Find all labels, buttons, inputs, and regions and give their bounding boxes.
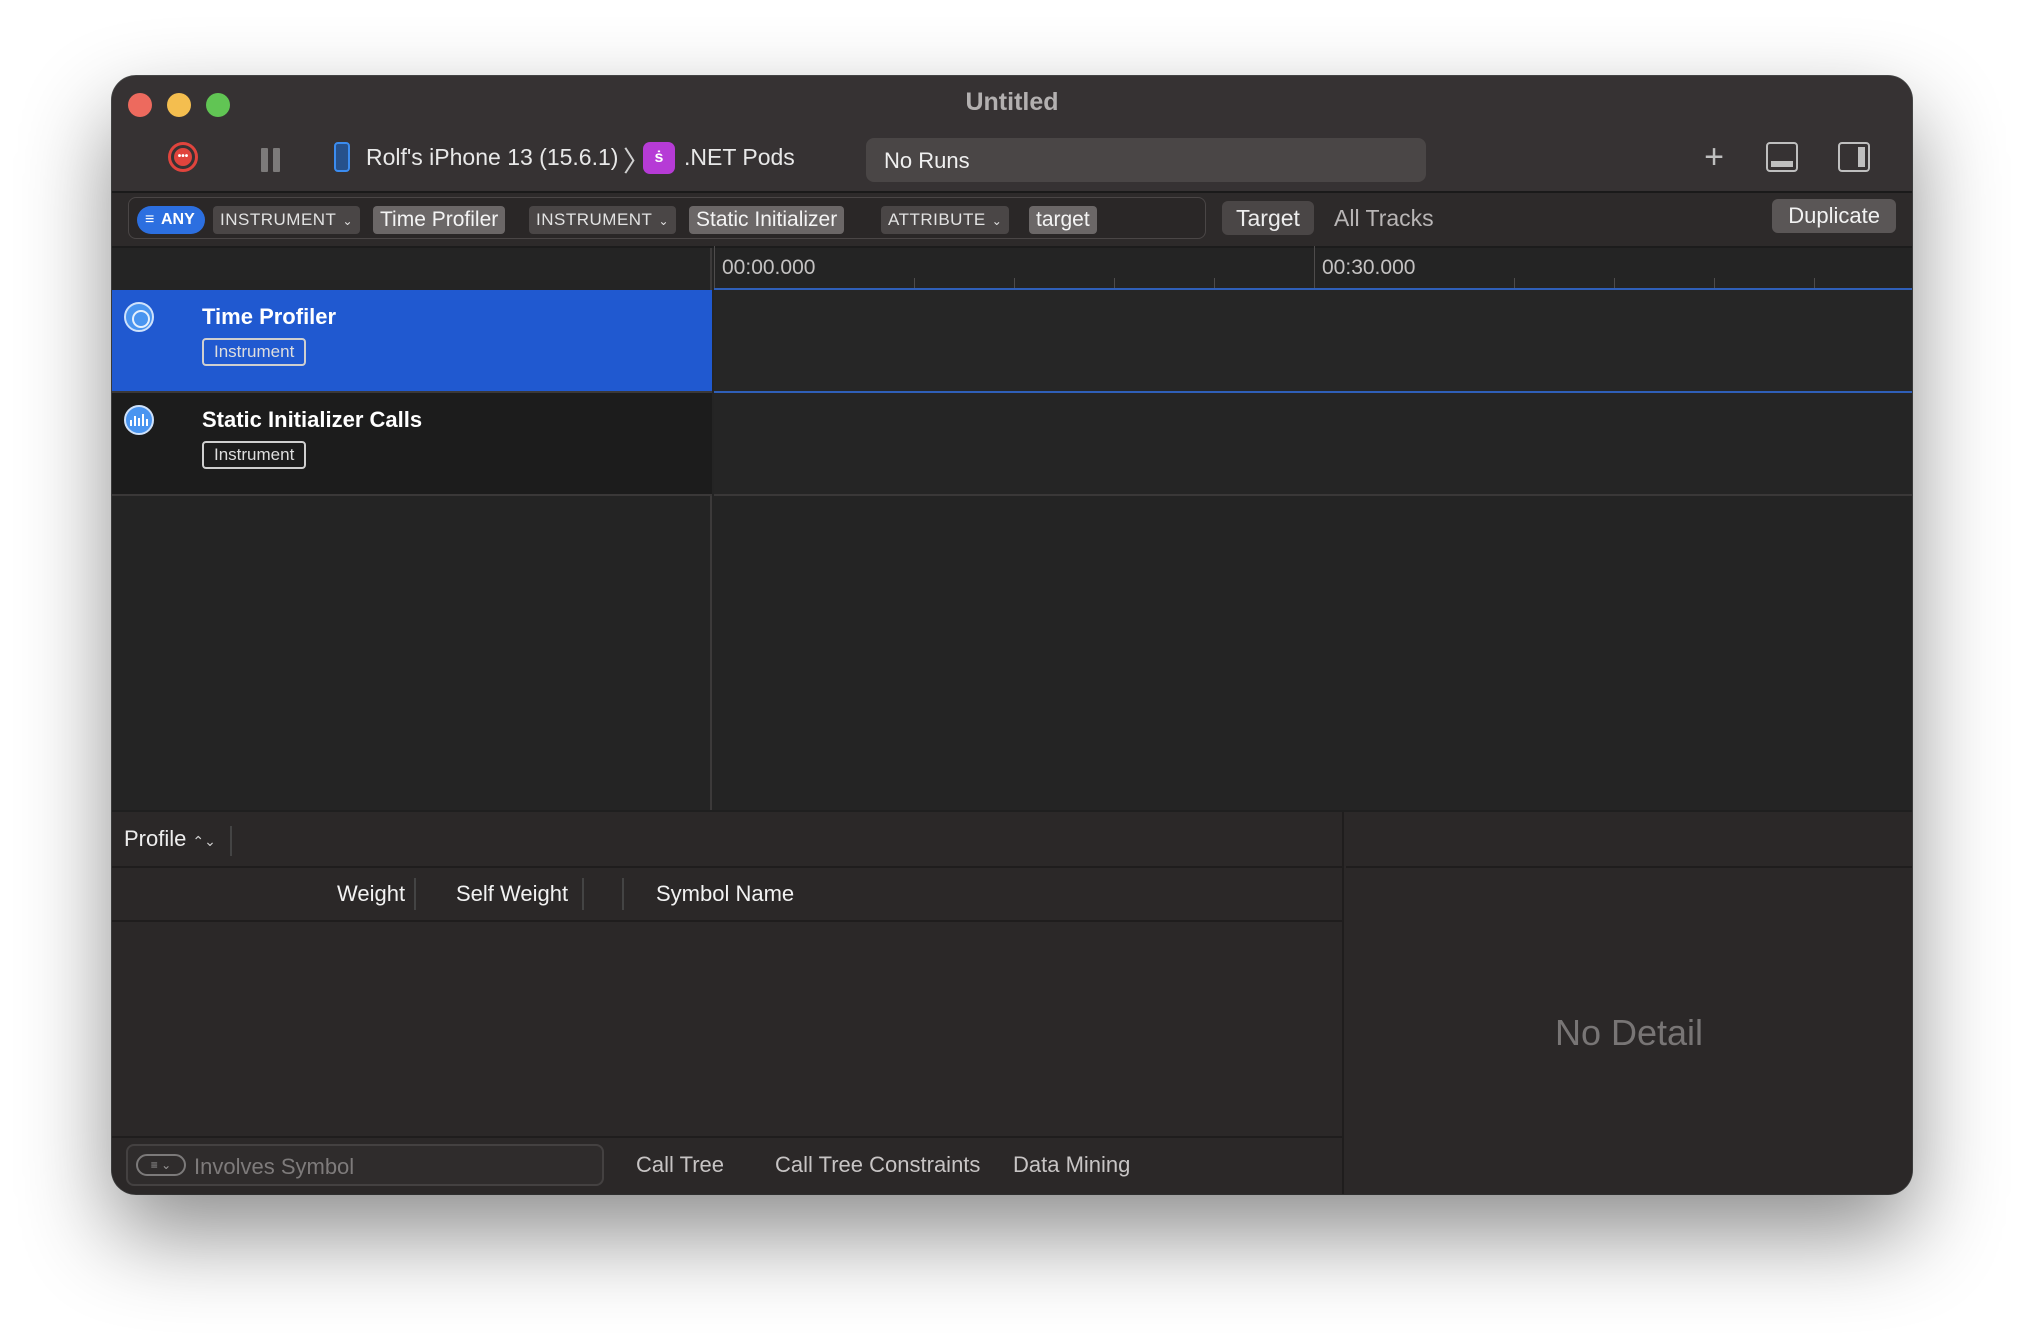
no-detail-label: No Detail bbox=[1554, 1012, 1704, 1053]
duplicate-button[interactable]: Duplicate bbox=[1772, 199, 1896, 233]
window-title: Untitled bbox=[965, 88, 1059, 116]
timeline-label: 00:00.000 bbox=[722, 256, 816, 279]
app-icon[interactable]: ṡ bbox=[643, 142, 675, 174]
time-profiler-icon bbox=[124, 302, 154, 332]
track-area: Time Profiler Instrument Static Initiali… bbox=[112, 246, 1912, 810]
extended-detail-pane: No Detail bbox=[1346, 812, 1912, 1194]
record-icon: ••• bbox=[174, 148, 192, 166]
filter-icon[interactable]: ≡ ⌄ bbox=[136, 1154, 186, 1176]
call-tree-column-header: Weight Self Weight Symbol Name bbox=[112, 868, 1342, 922]
detail-area: Profile ⌃⌄ Weight Self Weight Symbol Name… bbox=[112, 810, 1912, 1194]
track-title: Time Profiler bbox=[202, 304, 337, 329]
scope-all-tracks-button[interactable]: All Tracks bbox=[1320, 201, 1448, 235]
tab-data-mining[interactable]: Data Mining bbox=[1013, 1152, 1130, 1178]
filter-value-time-profiler[interactable]: Time Profiler bbox=[373, 206, 506, 234]
add-instrument-button[interactable]: + bbox=[1698, 140, 1730, 174]
profile-selector[interactable]: Profile ⌃⌄ bbox=[124, 826, 232, 856]
track-filter-field[interactable]: ANY INSTRUMENT⌄ Time Profiler INSTRUMENT… bbox=[128, 197, 1206, 239]
timeline-label: 00:30.000 bbox=[1322, 256, 1416, 279]
filter-key-attribute[interactable]: ATTRIBUTE ⌄ bbox=[881, 206, 1010, 234]
static-initializer-icon bbox=[124, 405, 154, 435]
scope-target-button[interactable]: Target bbox=[1222, 201, 1314, 235]
track-time-profiler[interactable]: Time Profiler Instrument bbox=[112, 290, 712, 393]
tab-call-tree[interactable]: Call Tree bbox=[636, 1152, 724, 1178]
instruments-window: Untitled ••• Rolf's iPhone 13 (15.6.1) 〉… bbox=[112, 76, 1912, 1194]
track-title: Static Initializer Calls bbox=[202, 407, 423, 432]
track-type-badge: Instrument bbox=[202, 338, 307, 366]
device-selector[interactable]: Rolf's iPhone 13 (15.6.1) bbox=[366, 144, 618, 171]
chevron-down-icon: ⌄ bbox=[658, 214, 670, 228]
updown-chevron-icon: ⌃⌄ bbox=[192, 833, 216, 849]
track-graph-static-initializer[interactable] bbox=[714, 393, 1912, 496]
iphone-icon[interactable] bbox=[334, 142, 350, 172]
column-weight[interactable]: Weight bbox=[337, 881, 405, 907]
involves-symbol-search[interactable]: ≡ ⌄ Involves Symbol bbox=[126, 1144, 604, 1186]
pause-button[interactable] bbox=[261, 148, 281, 172]
any-filter-chip[interactable]: ANY bbox=[137, 206, 205, 234]
filter-key-instrument-1[interactable]: INSTRUMENT ⌄ bbox=[213, 206, 361, 234]
pause-icon bbox=[261, 148, 268, 172]
toggle-inspector-panel-icon[interactable] bbox=[1838, 142, 1870, 172]
call-tree-pane: Profile ⌃⌄ Weight Self Weight Symbol Name… bbox=[112, 812, 1344, 1194]
timeline-ruler[interactable]: 00:00.000 00:30.000 bbox=[714, 246, 1912, 290]
column-symbol-name[interactable]: Symbol Name bbox=[656, 881, 794, 907]
track-static-initializer-calls[interactable]: Static Initializer Calls Instrument bbox=[112, 393, 712, 496]
detail-bottom-bar: ≡ ⌄ Involves Symbol Call Tree Call Tree … bbox=[112, 1136, 1342, 1194]
tab-call-tree-constraints[interactable]: Call Tree Constraints bbox=[775, 1152, 980, 1178]
track-filter-bar: ANY INSTRUMENT⌄ Time Profiler INSTRUMENT… bbox=[112, 193, 1912, 248]
filter-value-static-initializer[interactable]: Static Initializer bbox=[689, 206, 845, 234]
detail-jump-bar: Profile ⌃⌄ bbox=[112, 812, 1342, 868]
track-list: Time Profiler Instrument Static Initiali… bbox=[112, 248, 712, 810]
toggle-detail-panel-icon[interactable] bbox=[1766, 142, 1798, 172]
column-self-weight[interactable]: Self Weight bbox=[456, 881, 568, 907]
chevron-down-icon: ⌄ bbox=[342, 214, 354, 228]
search-placeholder: Involves Symbol bbox=[194, 1154, 355, 1179]
target-app-selector[interactable]: .NET Pods bbox=[684, 144, 795, 171]
run-status-field[interactable]: No Runs bbox=[866, 138, 1426, 182]
chevron-down-icon: ⌄ bbox=[991, 214, 1003, 228]
track-graph-time-profiler[interactable] bbox=[714, 290, 1912, 393]
track-type-badge: Instrument bbox=[202, 441, 307, 469]
record-button[interactable]: ••• bbox=[168, 142, 198, 172]
toolbar: Untitled ••• Rolf's iPhone 13 (15.6.1) 〉… bbox=[112, 76, 1912, 193]
filter-key-instrument-2[interactable]: INSTRUMENT ⌄ bbox=[529, 206, 677, 234]
filter-value-target[interactable]: target bbox=[1029, 206, 1097, 234]
